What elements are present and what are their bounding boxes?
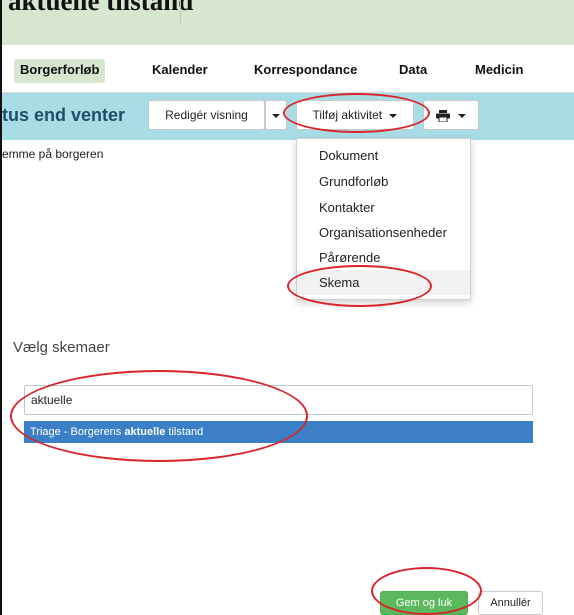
cancel-button[interactable]: Annullér — [478, 591, 543, 615]
add-activity-button[interactable]: Tilføj aktivitet — [296, 100, 414, 130]
top-banner: aktuelle tilstand" — [2, 0, 574, 45]
banner-heading: aktuelle tilstand" — [8, 0, 209, 16]
add-activity-label: Tilføj aktivitet — [312, 108, 383, 122]
printer-icon — [436, 109, 451, 123]
page-toolbar: tus end venter Redigér visning Tilføj ak… — [2, 93, 574, 140]
menu-item-grundforlob[interactable]: Grundforløb — [297, 169, 470, 194]
annotation-ellipse-search — [10, 370, 308, 462]
banner-divider — [180, 0, 181, 24]
tab-borgerforlob[interactable]: Borgerforløb — [14, 59, 106, 83]
schema-picker-label: Vælg skemaer — [13, 339, 110, 356]
edit-view-button[interactable]: Redigér visning — [148, 100, 265, 130]
schema-search-input[interactable] — [24, 385, 533, 415]
chevron-down-icon — [272, 113, 280, 118]
save-and-close-button[interactable]: Gem og luk — [380, 591, 468, 615]
menu-item-skema[interactable]: Skema — [297, 270, 470, 295]
edit-view-label: Redigér visning — [165, 108, 248, 122]
suggestion-suffix: tilstand — [165, 426, 204, 438]
suggestion-prefix: Triage - Borgerens — [30, 426, 125, 438]
content-note: emme på borgeren — [2, 147, 104, 161]
edit-view-dropdown-toggle[interactable] — [265, 100, 287, 130]
menu-item-organisationsenheder[interactable]: Organisationsenheder — [297, 220, 470, 245]
menu-item-kontakter[interactable]: Kontakter — [297, 195, 470, 220]
page-title: tus end venter — [2, 105, 126, 125]
print-button[interactable] — [423, 100, 479, 130]
chevron-down-icon — [457, 113, 466, 118]
suggestion-match: aktuelle — [124, 426, 166, 438]
tab-medicin[interactable]: Medicin — [475, 59, 523, 83]
main-nav: Borgerforløb Kalender Korrespondance Dat… — [2, 45, 574, 93]
menu-item-dokument[interactable]: Dokument — [297, 143, 470, 168]
menu-item-parorende[interactable]: Pårørende — [297, 245, 470, 270]
schema-suggestion-item[interactable]: Triage - Borgerens aktuelle tilstand — [24, 421, 533, 443]
activity-dropdown-menu: Dokument Grundforløb Kontakter Organisat… — [296, 138, 471, 300]
chevron-down-icon — [389, 113, 398, 118]
tab-data[interactable]: Data — [399, 59, 427, 83]
tab-kalender[interactable]: Kalender — [152, 59, 208, 83]
tab-korrespondance[interactable]: Korrespondance — [254, 59, 357, 83]
